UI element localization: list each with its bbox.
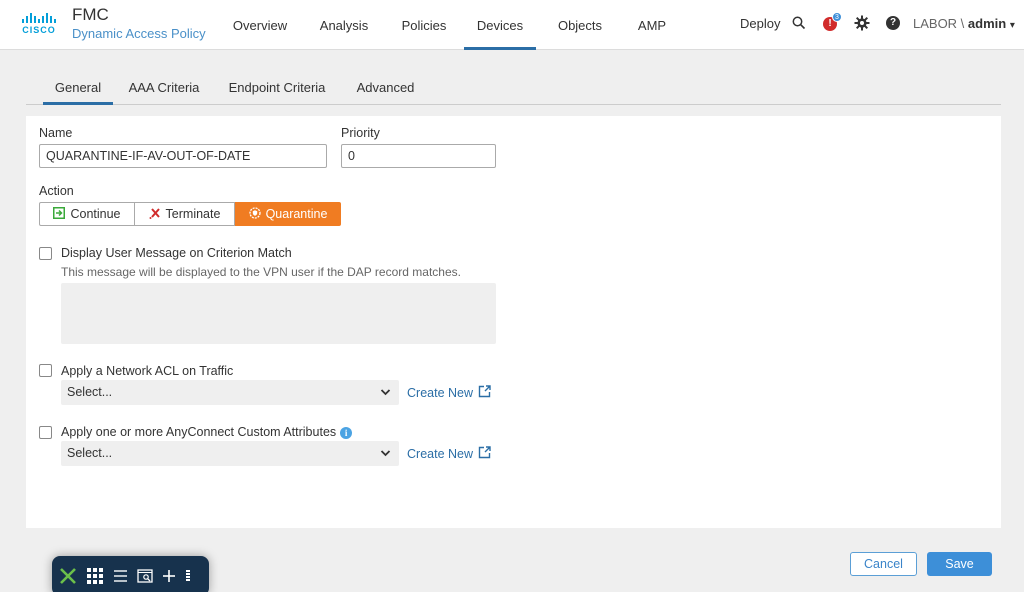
drag-handle-icon[interactable] xyxy=(185,566,191,586)
network-acl-select[interactable]: Select... xyxy=(61,380,399,405)
user-name: admin xyxy=(968,16,1006,31)
action-continue-button[interactable]: Continue xyxy=(39,202,135,226)
tab-aaa-criteria[interactable]: AAA Criteria xyxy=(113,70,215,104)
display-message-hint: This message will be displayed to the VP… xyxy=(61,265,461,279)
tab-general[interactable]: General xyxy=(43,70,113,104)
user-message-textarea[interactable] xyxy=(61,283,496,344)
nav-analysis[interactable]: Analysis xyxy=(304,0,384,50)
quarantine-icon xyxy=(249,207,261,222)
help-icon[interactable]: ? xyxy=(886,16,900,30)
plus-icon[interactable] xyxy=(162,566,176,586)
cisco-logo[interactable]: CISCO xyxy=(19,13,59,37)
nav-amp[interactable]: AMP xyxy=(624,0,680,50)
network-acl-checkbox[interactable] xyxy=(39,364,52,377)
priority-input[interactable] xyxy=(341,144,496,168)
top-navigation-bar: CISCO FMC Dynamic Access Policy Overview… xyxy=(0,0,1024,50)
external-link-icon xyxy=(478,446,491,462)
tab-advanced[interactable]: Advanced xyxy=(339,70,432,104)
network-acl-create-new-link[interactable]: Create New xyxy=(407,385,491,401)
policy-tabs: General AAA Criteria Endpoint Criteria A… xyxy=(26,70,1001,105)
cisco-logo-text: CISCO xyxy=(19,25,59,35)
user-domain: LABOR \ xyxy=(913,16,968,31)
chevron-down-icon: ▾ xyxy=(1010,20,1015,31)
name-input[interactable] xyxy=(39,144,327,168)
close-x-icon[interactable] xyxy=(59,566,77,586)
chevron-down-icon xyxy=(380,380,391,414)
grid-icon[interactable] xyxy=(86,566,104,586)
nav-devices[interactable]: Devices xyxy=(464,0,536,50)
main-nav: Overview Analysis Policies Devices Objec… xyxy=(216,0,680,50)
user-menu[interactable]: LABOR \ admin ▾ xyxy=(913,16,1015,31)
action-quarantine-label: Quarantine xyxy=(266,207,328,221)
create-new-label: Create New xyxy=(407,386,473,400)
search-icon[interactable] xyxy=(792,16,806,33)
anyconnect-attributes-label: Apply one or more AnyConnect Custom Attr… xyxy=(61,425,352,439)
menu-icon[interactable] xyxy=(113,566,128,586)
tab-endpoint-criteria[interactable]: Endpoint Criteria xyxy=(215,70,339,104)
anyconnect-attributes-select[interactable]: Select... xyxy=(61,441,399,466)
name-label: Name xyxy=(39,126,72,140)
anyconnect-select-value: Select... xyxy=(67,446,112,460)
action-label: Action xyxy=(39,184,74,198)
network-acl-select-value: Select... xyxy=(67,385,112,399)
nav-objects[interactable]: Objects xyxy=(536,0,624,50)
app-subtitle: Dynamic Access Policy xyxy=(72,26,206,41)
action-terminate-label: Terminate xyxy=(166,207,221,221)
anyconnect-attributes-text: Apply one or more AnyConnect Custom Attr… xyxy=(61,425,336,439)
display-message-label: Display User Message on Criterion Match xyxy=(61,246,292,260)
gear-icon[interactable] xyxy=(854,15,870,34)
action-quarantine-button[interactable]: Quarantine xyxy=(235,202,341,226)
action-terminate-button[interactable]: Terminate xyxy=(135,202,235,226)
nav-overview[interactable]: Overview xyxy=(216,0,304,50)
cisco-logo-bars-icon xyxy=(19,13,59,23)
alerts-count-badge: 3 xyxy=(832,12,842,22)
create-new-label: Create New xyxy=(407,447,473,461)
deploy-button[interactable]: Deploy xyxy=(740,16,780,31)
general-form-panel: Name Priority Action Continue Terminate … xyxy=(26,116,1001,528)
chevron-down-icon xyxy=(380,441,391,475)
save-button[interactable]: Save xyxy=(927,552,992,576)
terminate-icon xyxy=(149,207,161,222)
external-link-icon xyxy=(478,385,491,401)
continue-icon xyxy=(53,207,65,222)
network-acl-label: Apply a Network ACL on Traffic xyxy=(61,364,233,378)
priority-label: Priority xyxy=(341,126,380,140)
nav-policies[interactable]: Policies xyxy=(384,0,464,50)
app-title: FMC xyxy=(72,5,109,25)
floating-toolbar xyxy=(52,556,209,592)
cancel-button[interactable]: Cancel xyxy=(850,552,917,576)
window-search-icon[interactable] xyxy=(137,566,153,586)
anyconnect-create-new-link[interactable]: Create New xyxy=(407,446,491,462)
alerts-button[interactable]: ! 3 xyxy=(822,12,844,34)
action-selector: Continue Terminate Quarantine xyxy=(39,202,341,226)
anyconnect-attributes-checkbox[interactable] xyxy=(39,426,52,439)
action-continue-label: Continue xyxy=(70,207,120,221)
info-icon[interactable]: i xyxy=(340,427,352,439)
display-message-checkbox[interactable] xyxy=(39,247,52,260)
